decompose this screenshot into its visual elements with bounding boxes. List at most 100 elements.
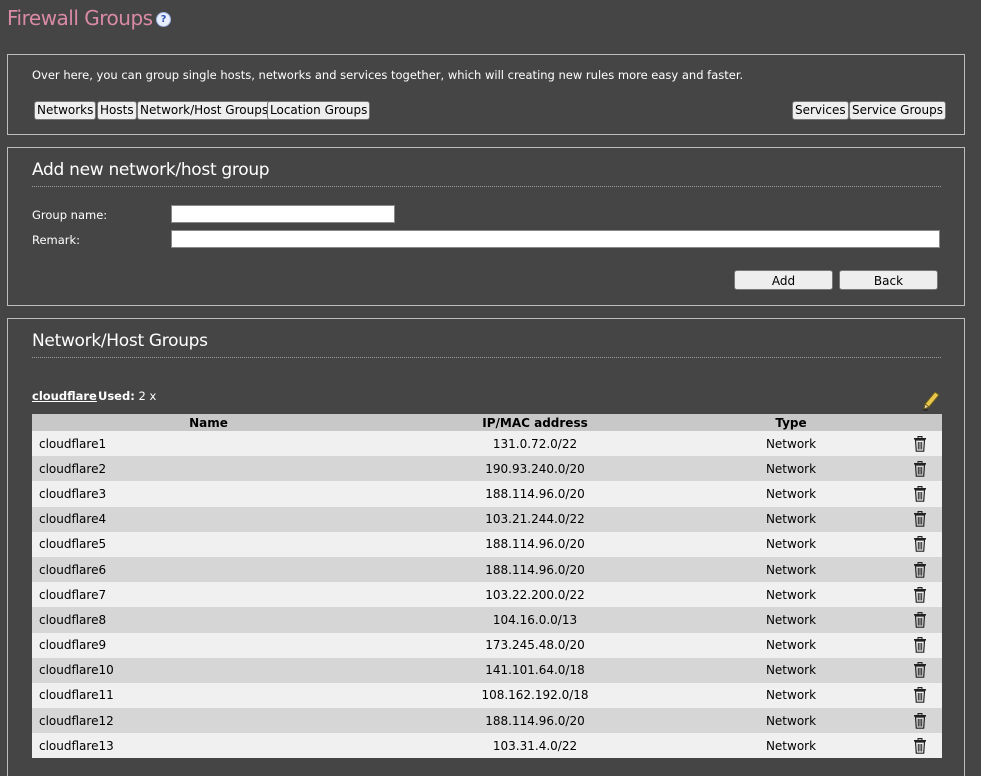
networks-button[interactable]: Networks <box>34 101 97 120</box>
trash-icon[interactable] <box>913 712 927 729</box>
location-groups-button[interactable]: Location Groups <box>267 101 371 120</box>
row-ip-address: 173.245.48.0/20 <box>385 632 685 658</box>
delete-cell <box>897 481 942 507</box>
service-groups-button[interactable]: Service Groups <box>849 101 946 120</box>
row-ip-address: 108.162.192.0/18 <box>385 682 685 709</box>
pencil-icon[interactable] <box>922 391 940 411</box>
row-ip-address: 188.114.96.0/20 <box>385 481 685 507</box>
column-header-name: Name <box>32 414 385 431</box>
back-button[interactable]: Back <box>839 270 938 290</box>
table-row: cloudflare13 103.31.4.0/22 Network <box>32 733 942 759</box>
row-ip-address: 103.22.200.0/22 <box>385 582 685 608</box>
row-name: cloudflare10 <box>32 657 385 683</box>
table-row: cloudflare10 141.101.64.0/18 Network <box>32 657 942 683</box>
delete-cell <box>897 682 942 709</box>
used-value: 2 x <box>138 389 157 403</box>
trash-icon[interactable] <box>913 485 927 502</box>
row-name: cloudflare4 <box>32 506 385 532</box>
add-button[interactable]: Add <box>734 270 833 290</box>
row-ip-address: 104.16.0.0/13 <box>385 607 685 633</box>
row-type: Network <box>685 733 897 759</box>
row-type: Network <box>685 708 897 734</box>
delete-cell <box>897 556 942 583</box>
row-name: cloudflare8 <box>32 607 385 633</box>
delete-cell <box>897 632 942 658</box>
delete-cell <box>897 733 942 759</box>
groups-heading: Network/Host Groups <box>32 331 941 358</box>
trash-icon[interactable] <box>913 586 927 603</box>
row-name: cloudflare11 <box>32 682 385 709</box>
row-type: Network <box>685 657 897 683</box>
column-header-ip: IP/MAC address <box>385 414 685 431</box>
intro-panel: Over here, you can group single hosts, n… <box>7 54 965 135</box>
column-header-actions <box>897 414 942 431</box>
delete-cell <box>897 708 942 734</box>
row-name: cloudflare13 <box>32 733 385 759</box>
groups-table: Name IP/MAC address Type cloudflare1 131.… <box>32 414 942 759</box>
trash-icon[interactable] <box>913 511 927 527</box>
table-row: cloudflare5 188.114.96.0/20 Network <box>32 531 942 557</box>
add-group-panel: Add new network/host group Group name: R… <box>7 147 965 306</box>
delete-cell <box>897 657 942 683</box>
used-label: Used: <box>98 389 135 403</box>
row-name: cloudflare1 <box>32 431 385 457</box>
row-name: cloudflare7 <box>32 582 385 608</box>
row-ip-address: 188.114.96.0/20 <box>385 556 685 583</box>
group-name-input[interactable] <box>171 205 395 223</box>
row-ip-address: 188.114.96.0/20 <box>385 708 685 734</box>
trash-icon[interactable] <box>913 687 927 704</box>
table-row: cloudflare9 173.245.48.0/20 Network <box>32 632 942 658</box>
table-header-row: Name IP/MAC address Type <box>32 414 942 431</box>
intro-text: Over here, you can group single hosts, n… <box>32 68 744 82</box>
row-name: cloudflare2 <box>32 456 385 482</box>
table-row: cloudflare2 190.93.240.0/20 Network <box>32 456 942 482</box>
row-type: Network <box>685 582 897 608</box>
hosts-button[interactable]: Hosts <box>97 101 137 120</box>
network-host-groups-button[interactable]: Network/Host Groups <box>137 101 272 120</box>
row-name: cloudflare6 <box>32 556 385 583</box>
trash-icon[interactable] <box>913 737 927 754</box>
trash-icon[interactable] <box>913 435 927 452</box>
column-header-type: Type <box>685 414 897 431</box>
trash-icon[interactable] <box>913 536 927 553</box>
row-ip-address: 188.114.96.0/20 <box>385 531 685 557</box>
help-icon[interactable]: ? <box>156 12 171 27</box>
row-name: cloudflare9 <box>32 632 385 658</box>
table-row: cloudflare8 104.16.0.0/13 Network <box>32 607 942 633</box>
table-row: cloudflare4 103.21.244.0/22 Network <box>32 506 942 532</box>
row-ip-address: 190.93.240.0/20 <box>385 456 685 482</box>
remark-input[interactable] <box>171 230 940 248</box>
group-name-link[interactable]: cloudflare <box>32 389 97 403</box>
table-row: cloudflare1 131.0.72.0/22 Network <box>32 431 942 457</box>
row-ip-address: 131.0.72.0/22 <box>385 431 685 457</box>
trash-icon[interactable] <box>913 662 927 679</box>
services-button[interactable]: Services <box>792 101 849 120</box>
row-type: Network <box>685 632 897 658</box>
row-type: Network <box>685 607 897 633</box>
table-row: cloudflare3 188.114.96.0/20 Network <box>32 481 942 507</box>
delete-cell <box>897 531 942 557</box>
row-type: Network <box>685 481 897 507</box>
table-row: cloudflare11 108.162.192.0/18 Network <box>32 682 942 709</box>
delete-cell <box>897 582 942 608</box>
row-ip-address: 141.101.64.0/18 <box>385 657 685 683</box>
remark-label: Remark: <box>32 233 81 247</box>
group-name-label: Group name: <box>32 208 108 222</box>
trash-icon[interactable] <box>913 460 927 477</box>
add-group-heading: Add new network/host group <box>32 160 941 187</box>
trash-icon[interactable] <box>913 637 927 653</box>
groups-panel: Network/Host Groups cloudflare Used: 2 x… <box>7 318 965 776</box>
group-used: Used: 2 x <box>98 389 156 403</box>
row-type: Network <box>685 556 897 583</box>
trash-icon[interactable] <box>913 611 927 628</box>
row-type: Network <box>685 682 897 709</box>
row-type: Network <box>685 431 897 457</box>
delete-cell <box>897 607 942 633</box>
row-name: cloudflare12 <box>32 708 385 734</box>
delete-cell <box>897 456 942 482</box>
table-row: cloudflare6 188.114.96.0/20 Network <box>32 556 942 583</box>
row-name: cloudflare5 <box>32 531 385 557</box>
row-type: Network <box>685 531 897 557</box>
trash-icon[interactable] <box>913 561 927 578</box>
row-ip-address: 103.31.4.0/22 <box>385 733 685 759</box>
